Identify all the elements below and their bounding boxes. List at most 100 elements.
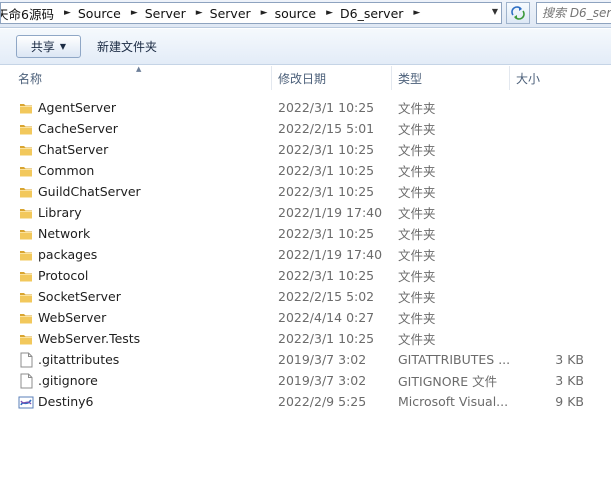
folder-icon — [17, 223, 35, 244]
file-size — [512, 286, 584, 307]
file-row[interactable]: Common 2022/3/1 10:25 文件夹 — [0, 160, 611, 181]
share-label: 共享 — [30, 40, 55, 54]
file-name: AgentServer — [38, 100, 116, 115]
file-size: 9 KB — [555, 394, 584, 409]
file-icon — [17, 370, 35, 391]
file-row[interactable]: GuildChatServer 2022/3/1 10:25 文件夹 — [0, 181, 611, 202]
file-row[interactable]: WebServer.Tests 2022/3/1 10:25 文件夹 — [0, 328, 611, 349]
share-button[interactable]: 共享 ▼ — [16, 35, 81, 58]
file-type: 文件夹 — [398, 164, 436, 179]
column-header-name-label: 名称 — [18, 71, 43, 86]
file-icon — [17, 349, 35, 370]
file-row[interactable]: Protocol 2022/3/1 10:25 文件夹 — [0, 265, 611, 286]
file-name: .gitignore — [38, 373, 98, 388]
file-row[interactable]: SocketServer 2022/2/15 5:02 文件夹 — [0, 286, 611, 307]
file-date: 2019/3/7 3:02 — [278, 373, 367, 388]
breadcrumb-item[interactable]: 天命6源码 — [1, 3, 57, 23]
column-header-size-label: 大小 — [516, 71, 541, 86]
file-name: Destiny6 — [38, 394, 94, 409]
folder-icon — [17, 328, 35, 349]
file-type: GITATTRIBUTES ... — [398, 352, 510, 367]
file-date: 2022/3/1 10:25 — [278, 100, 375, 115]
column-headers: ▲ 名称 修改日期 类型 大小 — [0, 65, 611, 90]
chevron-right-icon[interactable]: ► — [189, 8, 209, 18]
folder-icon — [17, 160, 35, 181]
chevron-right-icon[interactable]: ► — [319, 8, 339, 18]
file-row[interactable]: .gitattributes 2019/3/7 3:02 GITATTRIBUTES… — [0, 349, 611, 370]
column-header-date[interactable]: 修改日期 — [272, 66, 392, 90]
file-row[interactable]: packages 2022/1/19 17:40 文件夹 — [0, 244, 611, 265]
chevron-right-icon[interactable]: ► — [57, 8, 77, 18]
file-name: WebServer.Tests — [38, 331, 141, 346]
file-date: 2022/3/1 10:25 — [278, 226, 375, 241]
file-type: GITIGNORE 文件 — [398, 374, 498, 389]
file-name: Common — [38, 163, 95, 178]
address-dropdown-icon[interactable]: ▼ — [488, 2, 502, 20]
address-bar[interactable]: 天命6源码 ► Source ► Server ► Server ► sourc… — [0, 2, 502, 24]
file-type: 文件夹 — [398, 101, 436, 116]
file-name: WebServer — [38, 310, 107, 325]
file-size — [512, 97, 584, 118]
search-box[interactable] — [536, 2, 611, 24]
file-size: 3 KB — [555, 373, 584, 388]
folder-icon — [17, 244, 35, 265]
folder-icon — [17, 202, 35, 223]
file-type: 文件夹 — [398, 248, 436, 263]
chevron-right-icon[interactable]: ► — [254, 8, 274, 18]
file-name: ChatServer — [38, 142, 109, 157]
file-row[interactable]: Library 2022/1/19 17:40 文件夹 — [0, 202, 611, 223]
chevron-right-icon[interactable]: ► — [124, 8, 144, 18]
file-row[interactable]: Destiny6 2022/2/9 5:25 Microsoft Visual...… — [0, 391, 611, 412]
file-date: 2022/4/14 0:27 — [278, 310, 375, 325]
address-bar-row: 天命6源码 ► Source ► Server ► Server ► sourc… — [0, 0, 611, 28]
column-header-type-label: 类型 — [398, 71, 423, 86]
folder-icon — [17, 139, 35, 160]
file-size — [512, 139, 584, 160]
file-date: 2022/1/19 17:40 — [278, 247, 383, 262]
new-folder-button[interactable]: 新建文件夹 — [90, 35, 164, 58]
column-header-type[interactable]: 类型 — [392, 66, 510, 90]
file-date: 2019/3/7 3:02 — [278, 352, 367, 367]
file-type: 文件夹 — [398, 122, 436, 137]
file-row[interactable]: AgentServer 2022/3/1 10:25 文件夹 — [0, 97, 611, 118]
file-size — [512, 160, 584, 181]
file-size: 3 KB — [555, 352, 584, 367]
file-name: SocketServer — [38, 289, 121, 304]
file-type: 文件夹 — [398, 311, 436, 326]
file-type: Microsoft Visual... — [398, 394, 509, 409]
refresh-icon — [511, 6, 525, 20]
file-date: 2022/2/15 5:01 — [278, 121, 375, 136]
file-type: 文件夹 — [398, 206, 436, 221]
breadcrumb-item[interactable]: D6_server — [339, 3, 406, 23]
new-folder-label: 新建文件夹 — [97, 40, 158, 54]
file-row[interactable]: WebServer 2022/4/14 0:27 文件夹 — [0, 307, 611, 328]
file-name: CacheServer — [38, 121, 118, 136]
file-row[interactable]: CacheServer 2022/2/15 5:01 文件夹 — [0, 118, 611, 139]
file-name: Protocol — [38, 268, 89, 283]
breadcrumb-item[interactable]: source — [274, 3, 320, 23]
folder-icon — [17, 97, 35, 118]
chevron-right-icon[interactable]: ► — [406, 8, 426, 18]
file-name: .gitattributes — [38, 352, 120, 367]
refresh-button[interactable] — [506, 2, 530, 24]
file-row[interactable]: .gitignore 2019/3/7 3:02 GITIGNORE 文件 3 KB — [0, 370, 611, 391]
file-row[interactable]: Network 2022/3/1 10:25 文件夹 — [0, 223, 611, 244]
column-header-size[interactable]: 大小 — [510, 66, 611, 90]
file-date: 2022/2/15 5:02 — [278, 289, 375, 304]
file-type: 文件夹 — [398, 185, 436, 200]
file-size — [512, 265, 584, 286]
file-size — [512, 328, 584, 349]
file-size — [512, 307, 584, 328]
breadcrumb-item[interactable]: Server — [144, 3, 189, 23]
file-name: Network — [38, 226, 91, 241]
toolbar: 共享 ▼ 新建文件夹 — [0, 29, 611, 65]
file-row[interactable]: ChatServer 2022/3/1 10:25 文件夹 — [0, 139, 611, 160]
breadcrumb-item[interactable]: Server — [209, 3, 254, 23]
search-input[interactable] — [539, 6, 611, 20]
folder-icon — [17, 265, 35, 286]
file-date: 2022/1/19 17:40 — [278, 205, 383, 220]
breadcrumb-item[interactable]: Source — [77, 3, 124, 23]
column-header-name[interactable]: 名称 — [12, 66, 272, 90]
file-size — [512, 118, 584, 139]
file-date: 2022/3/1 10:25 — [278, 142, 375, 157]
